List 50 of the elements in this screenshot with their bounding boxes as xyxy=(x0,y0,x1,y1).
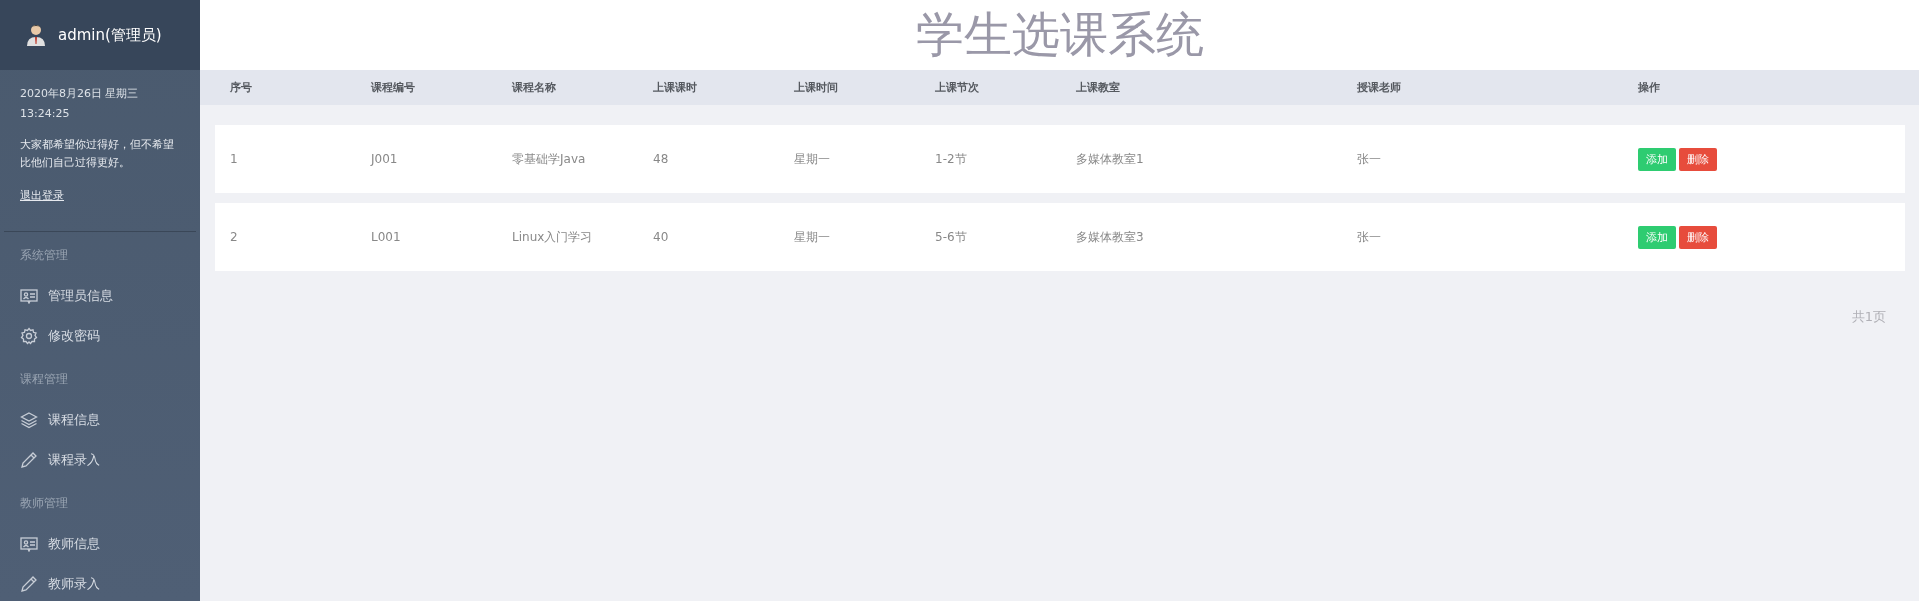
column-header: 课程编号 xyxy=(371,80,416,95)
pencil-icon xyxy=(20,575,38,593)
user-avatar-icon xyxy=(26,24,46,46)
delete-button[interactable]: 删除 xyxy=(1679,147,1717,171)
table-cell-text: 1-2节 xyxy=(935,150,968,168)
table-cell-text: 5-6节 xyxy=(935,228,968,246)
table-cell-text: 多媒体教室3 xyxy=(1076,228,1145,246)
sidebar-item[interactable]: 课程信息 xyxy=(48,411,100,429)
logout-link[interactable]: 退出登录 xyxy=(20,188,64,203)
layers-icon xyxy=(20,411,38,429)
table-cell-text: J001 xyxy=(371,152,399,166)
column-header: 授课老师 xyxy=(1357,80,1402,95)
column-header: 课程名称 xyxy=(512,80,557,95)
delete-button[interactable]: 删除 xyxy=(1679,225,1717,249)
table-cell-text: 40 xyxy=(653,230,670,244)
column-header: 上课教室 xyxy=(1076,80,1121,95)
sidebar-item[interactable]: 管理员信息 xyxy=(48,287,113,305)
table-cell-text: 1 xyxy=(230,152,239,166)
table-cell-text: 2 xyxy=(230,230,239,244)
table-cell-text: 多媒体教室1 xyxy=(1076,150,1145,168)
column-header: 上课时间 xyxy=(794,80,839,95)
table-cell-text: L001 xyxy=(371,230,402,244)
sidebar-item[interactable]: 教师录入 xyxy=(48,575,100,593)
column-header: 上课节次 xyxy=(935,80,980,95)
column-header: 操作 xyxy=(1638,80,1660,95)
sidebar-item[interactable]: 课程录入 xyxy=(48,451,100,469)
table-cell-text: 张一 xyxy=(1357,228,1382,246)
table-cell-text: 张一 xyxy=(1357,150,1382,168)
page-title: 学生选课系统 xyxy=(915,5,1204,64)
time-text: 13:24:25 xyxy=(20,106,71,122)
id-card-icon xyxy=(20,288,38,304)
table-cell-text: 星期一 xyxy=(794,150,831,168)
id-card-icon xyxy=(20,536,38,552)
column-header: 序号 xyxy=(230,80,253,95)
table-cell-text: 零基础学Java xyxy=(512,150,587,168)
table-cell-text: 星期一 xyxy=(794,228,831,246)
motto-text: 大家都希望你过得好，但不希望比他们自己过得更好。 xyxy=(20,137,175,171)
sidebar-item[interactable]: 教师信息 xyxy=(48,535,100,553)
section-title: 教师管理 xyxy=(19,495,69,512)
column-header: 上课课时 xyxy=(653,80,698,95)
date-text: 2020年8月26日 星期三 xyxy=(20,86,140,102)
sidebar-item[interactable]: 修改密码 xyxy=(48,327,100,345)
settings-icon xyxy=(20,327,38,345)
table-cell-text: Linux入门学习 xyxy=(512,228,594,246)
user-name: admin(管理员) xyxy=(58,25,162,45)
pencil-icon xyxy=(20,451,38,469)
section-title: 系统管理 xyxy=(19,247,69,264)
table-cell-text: 48 xyxy=(653,152,670,166)
page-count: 共1页 xyxy=(1851,308,1886,326)
section-title: 课程管理 xyxy=(19,371,69,388)
